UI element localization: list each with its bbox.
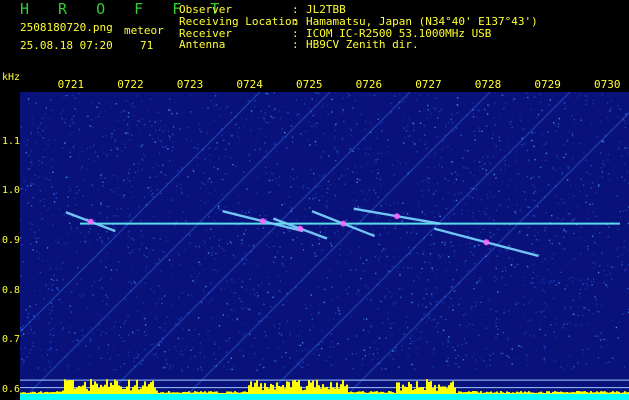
time-tick-label: 0727: [415, 78, 442, 91]
separator: :: [292, 14, 299, 28]
echo-head: [87, 218, 94, 225]
meteor-label: meteor: [124, 24, 164, 37]
time-tick-label: 0722: [117, 78, 144, 91]
level-baseline: [20, 394, 629, 400]
time-tick-label: 0725: [296, 78, 323, 91]
file-name: 2508180720.png: [20, 21, 113, 34]
freq-tick-label: 0.8: [2, 284, 21, 296]
time-axis: 0721 0722 0723 0724 0725 0726 0727 0728 0729 0730: [0, 78, 629, 92]
freq-tick-label: 0.7: [2, 334, 21, 346]
freq-tick-label: 1.0: [2, 185, 21, 197]
station-row: Antenna: HB9CV Zenith dir.: [179, 39, 538, 51]
spectrogram-background: [20, 92, 629, 400]
echo-head: [340, 220, 347, 227]
spectrogram-svg: [20, 92, 629, 400]
timestamp: 25.08.18 07:20: [20, 39, 113, 52]
station-key: Antenna: [179, 38, 226, 52]
echo-head: [483, 239, 490, 246]
spectrogram: [20, 92, 629, 400]
echo-head: [297, 225, 304, 232]
station-value: HB9CV Zenith dir.: [306, 38, 419, 52]
time-tick-label: 0721: [57, 78, 85, 91]
freq-tick-label: 1.1: [2, 135, 21, 147]
station-key: Receiving Location: [179, 14, 299, 28]
station-info: Observer: JL2TBB Receiving Location: Hamam…: [179, 4, 538, 51]
freq-tick-label: 0.9: [2, 235, 21, 247]
time-tick-label: 0728: [474, 78, 502, 91]
separator: :: [292, 38, 299, 52]
time-tick-label: 0730: [594, 78, 621, 91]
echo-head: [259, 218, 266, 225]
time-tick-label: 0723: [176, 78, 204, 91]
time-tick-label: 0726: [355, 78, 383, 91]
meteor-count: 71: [140, 39, 154, 52]
echo-head: [393, 213, 400, 220]
time-tick-label: 0729: [534, 78, 561, 91]
freq-tick-label: 0.6: [2, 384, 21, 396]
header-panel: H R O F F T 2508180720.png 25.08.18 07:2…: [0, 0, 629, 78]
time-tick-label: 0724: [236, 78, 263, 91]
